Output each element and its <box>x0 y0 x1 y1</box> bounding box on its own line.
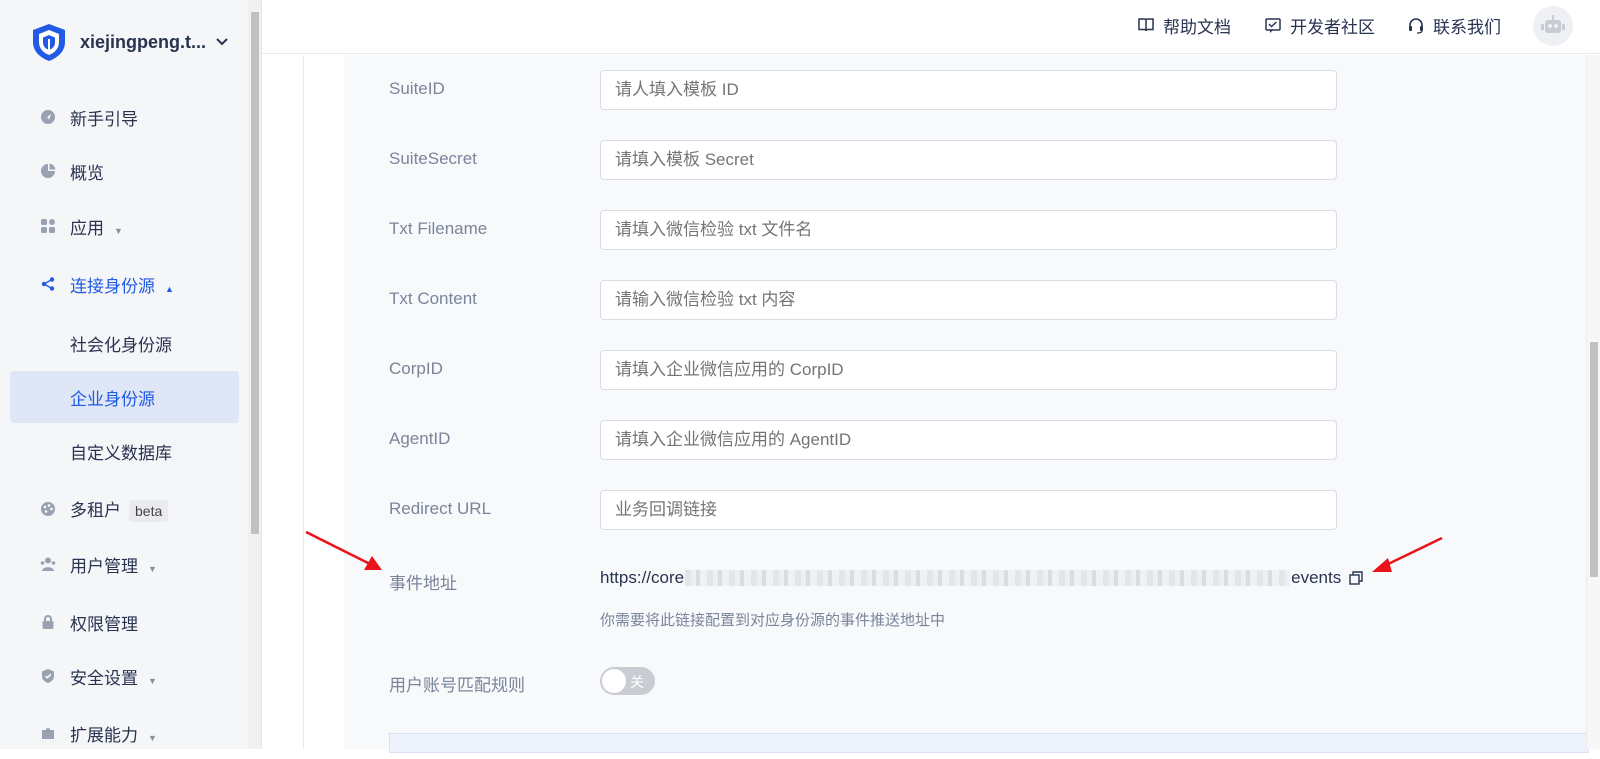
sidebar-item-applications[interactable]: 应用 ▼ <box>10 200 239 252</box>
help-docs-label: 帮助文档 <box>1163 17 1231 37</box>
share-icon <box>41 277 55 291</box>
txt-filename-input[interactable] <box>600 210 1337 250</box>
contact-us-link[interactable]: 联系我们 <box>1407 0 1501 50</box>
brand-switcher[interactable]: xiejingpeng.t... <box>30 22 228 62</box>
community-icon <box>1265 18 1281 33</box>
redirect-url-label: Redirect URL <box>389 499 492 518</box>
lock-icon <box>42 615 54 629</box>
sidebar-item-label: 应用 <box>70 218 104 238</box>
txt-content-label: Txt Content <box>389 289 477 308</box>
panel-divider <box>303 55 304 749</box>
palette-icon <box>41 502 55 516</box>
info-box <box>389 733 1589 753</box>
sidebar-item-identity-sources[interactable]: 连接身份源 ▲ <box>10 258 239 310</box>
sidebar-item-label: 安全设置 <box>70 668 138 688</box>
book-icon <box>1138 18 1154 32</box>
redirect-url-input[interactable] <box>600 490 1337 530</box>
suiteid-input[interactable] <box>600 70 1337 110</box>
dev-community-link[interactable]: 开发者社区 <box>1264 0 1375 50</box>
suitesecret-input[interactable] <box>600 140 1337 180</box>
sidebar-item-user-management[interactable]: 用户管理 ▼ <box>10 538 239 590</box>
sidebar-item-label: 权限管理 <box>70 614 138 634</box>
robot-avatar-icon <box>1541 15 1565 33</box>
sidebar-item-permissions[interactable]: 权限管理 <box>10 596 239 648</box>
caret-down-icon: ▼ <box>148 732 157 743</box>
sidebar-item-label: 企业身份源 <box>70 389 155 409</box>
headset-icon <box>1409 18 1423 34</box>
txt-filename-label: Txt Filename <box>389 219 488 238</box>
corpid-input[interactable] <box>600 350 1337 390</box>
suiteid-label: SuiteID <box>389 79 445 98</box>
rocket-icon <box>41 110 55 124</box>
sidebar-item-overview[interactable]: 概览 <box>10 145 239 197</box>
top-bar <box>262 0 1600 54</box>
help-docs-link[interactable]: 帮助文档 <box>1137 0 1231 50</box>
sidebar-scrollbar-thumb[interactable] <box>251 12 259 534</box>
annotation-arrow-right <box>1372 536 1443 572</box>
puzzle-icon <box>42 728 54 739</box>
sidebar-item-label: 新手引导 <box>70 109 138 129</box>
event-address-value: https://core events <box>600 568 1363 588</box>
sidebar: xiejingpeng.t... 新手引导 概览 应用 ▼ 连接身份源 ▲ 社会化身… <box>0 0 248 749</box>
caret-down-icon: ▼ <box>148 675 157 686</box>
caret-down-icon: ▼ <box>114 225 123 236</box>
sidebar-scrollbar[interactable] <box>248 0 262 749</box>
beta-badge: beta <box>129 500 169 522</box>
sidebar-item-onboarding[interactable]: 新手引导 <box>10 91 239 143</box>
sidebar-item-multi-tenant[interactable]: 多租户 beta <box>10 483 239 535</box>
sidebar-item-label: 社会化身份源 <box>70 335 172 355</box>
event-url-suffix: events <box>1291 568 1342 587</box>
suitesecret-label: SuiteSecret <box>389 149 477 168</box>
tenant-name: xiejingpeng.t... <box>80 31 207 52</box>
sidebar-item-extensions[interactable]: 扩展能力 ▼ <box>10 707 239 759</box>
sidebar-item-security[interactable]: 安全设置 ▼ <box>10 650 239 702</box>
copy-icon[interactable] <box>1349 571 1363 585</box>
match-rule-label: 用户账号匹配规则 <box>389 676 525 695</box>
sidebar-item-social-sources[interactable]: 社会化身份源 <box>10 317 239 369</box>
user-avatar[interactable] <box>1533 6 1573 46</box>
caret-up-icon: ▲ <box>165 283 174 294</box>
pie-chart-icon <box>41 163 56 178</box>
sidebar-item-label: 多租户 <box>70 501 121 520</box>
sidebar-item-custom-database[interactable]: 自定义数据库 <box>10 425 239 477</box>
grid-icon <box>41 219 55 233</box>
main-scrollbar[interactable] <box>1586 55 1600 749</box>
event-address-label: 事件地址 <box>389 574 457 593</box>
sidebar-item-label: 用户管理 <box>70 556 138 576</box>
shield-icon <box>42 669 54 683</box>
sidebar-item-label: 连接身份源 <box>70 276 155 296</box>
toggle-knob <box>602 669 626 693</box>
agentid-input[interactable] <box>600 420 1337 460</box>
agentid-label: AgentID <box>389 429 451 448</box>
event-address-hint: 你需要将此链接配置到对应身份源的事件推送地址中 <box>600 612 946 629</box>
users-icon <box>40 557 56 571</box>
txt-content-input[interactable] <box>600 280 1337 320</box>
corpid-label: CorpID <box>389 359 443 378</box>
event-url-prefix: https://core <box>600 568 685 587</box>
chevron-down-icon <box>216 38 228 46</box>
main-scrollbar-thumb[interactable] <box>1590 342 1598 577</box>
sidebar-item-label: 自定义数据库 <box>70 443 172 463</box>
shield-logo-icon <box>33 24 65 61</box>
sidebar-item-enterprise-sources[interactable]: 企业身份源 <box>10 371 239 423</box>
sidebar-item-label: 概览 <box>70 163 104 183</box>
caret-down-icon: ▼ <box>148 563 157 574</box>
match-rule-toggle[interactable]: 关 <box>600 667 655 695</box>
toggle-state-text: 关 <box>630 674 644 690</box>
annotation-arrow-left <box>305 530 382 570</box>
dev-community-label: 开发者社区 <box>1290 17 1375 37</box>
redacted-url-segment <box>685 570 1291 586</box>
contact-us-label: 联系我们 <box>1433 17 1501 37</box>
sidebar-item-label: 扩展能力 <box>70 725 138 745</box>
